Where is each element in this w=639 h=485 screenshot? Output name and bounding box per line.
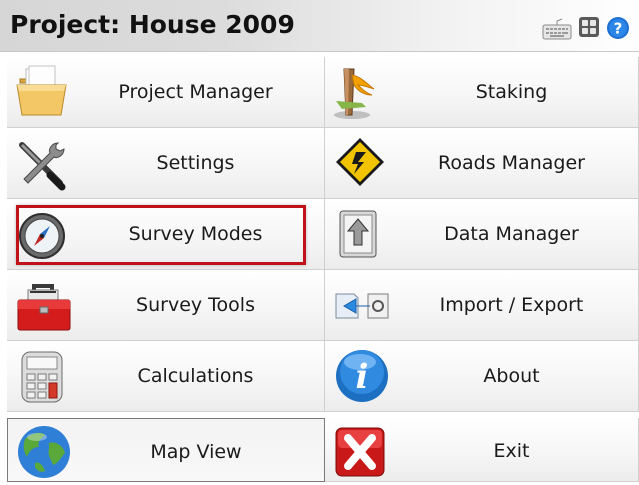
folder-icon bbox=[14, 65, 70, 123]
exit-button[interactable]: Exit bbox=[325, 418, 639, 482]
staking-button[interactable]: Staking bbox=[325, 57, 639, 128]
menu-label: Survey Tools bbox=[136, 294, 255, 316]
menu-label: Survey Modes bbox=[128, 223, 263, 245]
survey-tools-button[interactable]: Survey Tools bbox=[7, 270, 325, 341]
data-manager-icon bbox=[332, 207, 388, 267]
menu-label: Calculations bbox=[137, 365, 254, 387]
exit-icon bbox=[332, 424, 388, 484]
menu-label: Exit bbox=[493, 440, 530, 462]
project-manager-button[interactable]: Project Manager bbox=[7, 57, 325, 128]
menu-label: About bbox=[483, 365, 540, 387]
menu-label: Staking bbox=[475, 81, 548, 103]
menu-label: Roads Manager bbox=[438, 152, 585, 174]
survey-modes-button[interactable]: Survey Modes bbox=[7, 199, 325, 270]
menu-label: Map View bbox=[150, 441, 242, 463]
keyboard-icon[interactable] bbox=[542, 18, 572, 44]
stake-icon bbox=[332, 63, 388, 125]
calculator-icon bbox=[14, 348, 70, 410]
title-bar: Project: House 2009 ? bbox=[0, 0, 639, 52]
settings-button[interactable]: Settings bbox=[7, 128, 325, 199]
menu-label: Project Manager bbox=[118, 81, 273, 103]
about-button[interactable]: i About bbox=[325, 341, 639, 412]
window-title: Project: House 2009 bbox=[10, 10, 295, 39]
globe-icon bbox=[15, 423, 73, 485]
calculations-button[interactable]: Calculations bbox=[7, 341, 325, 412]
map-view-button[interactable]: Map View bbox=[7, 418, 325, 482]
menu-label: Settings bbox=[156, 152, 235, 174]
compass-icon bbox=[14, 208, 70, 266]
info-icon: i bbox=[332, 346, 392, 410]
menu-label: Data Manager bbox=[444, 223, 579, 245]
svg-text:?: ? bbox=[614, 20, 623, 38]
toolbox-icon bbox=[14, 278, 74, 338]
svg-text:i: i bbox=[356, 357, 369, 397]
help-icon[interactable]: ? bbox=[606, 16, 630, 44]
road-sign-icon bbox=[332, 134, 388, 196]
data-manager-button[interactable]: Data Manager bbox=[325, 199, 639, 270]
roads-manager-button[interactable]: Roads Manager bbox=[325, 128, 639, 199]
import-export-icon bbox=[332, 284, 392, 332]
menu-label: Import / Export bbox=[439, 294, 584, 316]
grid-icon[interactable] bbox=[578, 16, 600, 42]
wrench-screwdriver-icon bbox=[14, 137, 70, 195]
import-export-button[interactable]: Import / Export bbox=[325, 270, 639, 341]
